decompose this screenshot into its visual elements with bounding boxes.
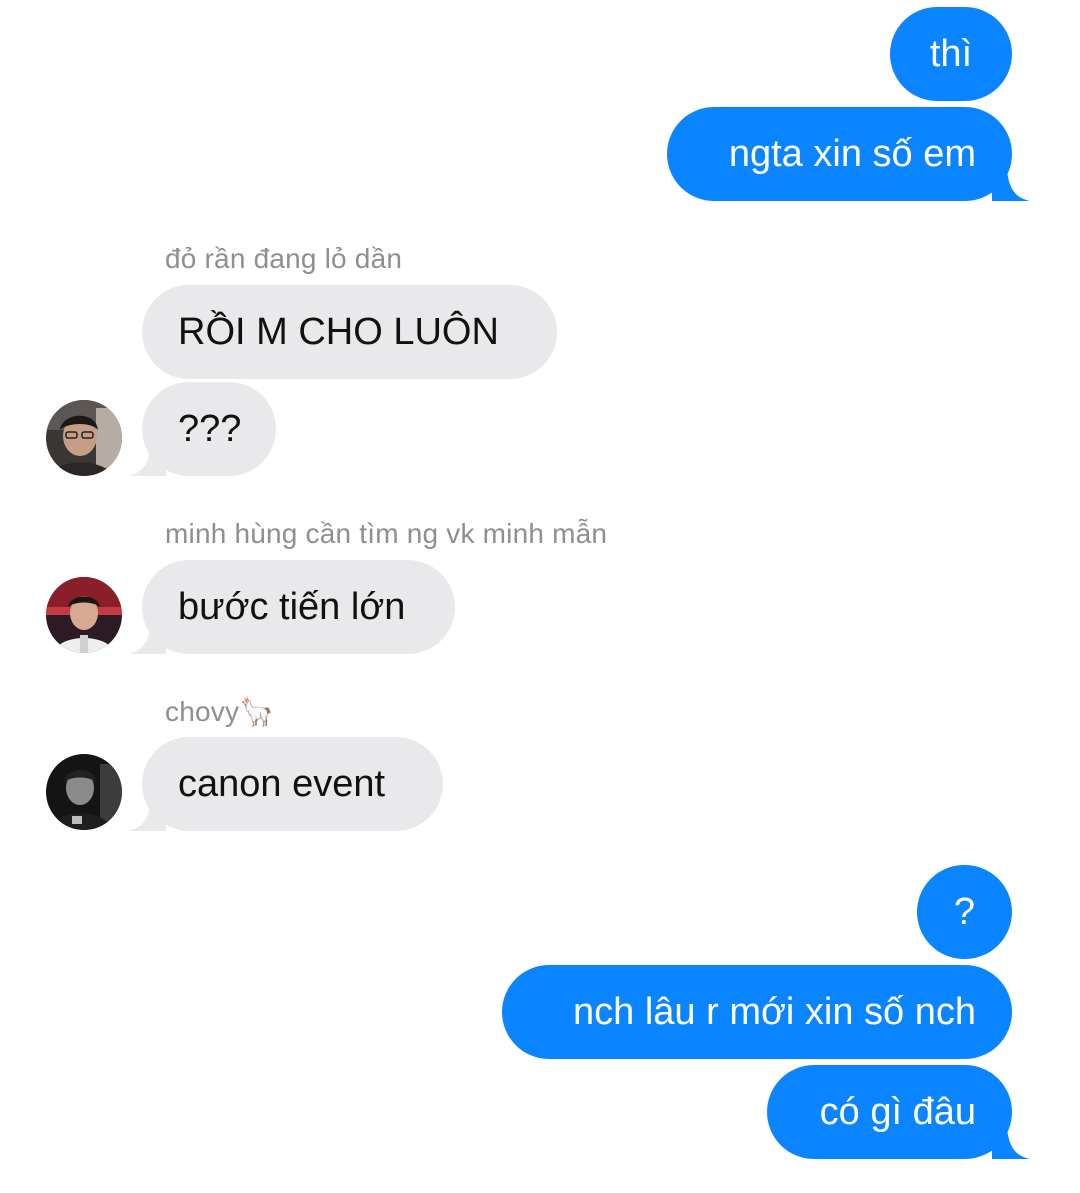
bubble-tail-icon [128,436,166,476]
outgoing-message-bubble[interactable]: ngta xin số em [667,107,1012,201]
sender-name-text: chovy [165,696,240,727]
outgoing-message-bubble[interactable]: ? [917,865,1012,959]
incoming-message-bubble[interactable]: canon event [142,737,443,831]
outgoing-message-bubble[interactable]: nch lâu r mới xin số nch [502,965,1012,1059]
incoming-message-bubble[interactable]: bước tiến lớn [142,560,455,654]
outgoing-message-bubble[interactable]: thì [890,7,1012,101]
avatar[interactable] [46,400,122,476]
avatar[interactable] [46,754,122,830]
sender-name: chovy🦙 [165,695,274,728]
bubble-tail-icon [992,161,1030,201]
bubble-tail-icon [992,1119,1030,1159]
llama-emoji-icon: 🦙 [239,696,275,727]
avatar[interactable] [46,577,122,653]
outgoing-message-bubble[interactable]: có gì đâu [767,1065,1012,1159]
bubble-tail-icon [128,791,166,831]
bubble-tail-icon [128,614,166,654]
sender-name: minh hùng cần tìm ng vk minh mẫn [165,518,608,549]
incoming-message-bubble[interactable]: RỒI M CHO LUÔN [142,285,557,379]
sender-name: đỏ rần đang lỏ dần [165,243,403,274]
